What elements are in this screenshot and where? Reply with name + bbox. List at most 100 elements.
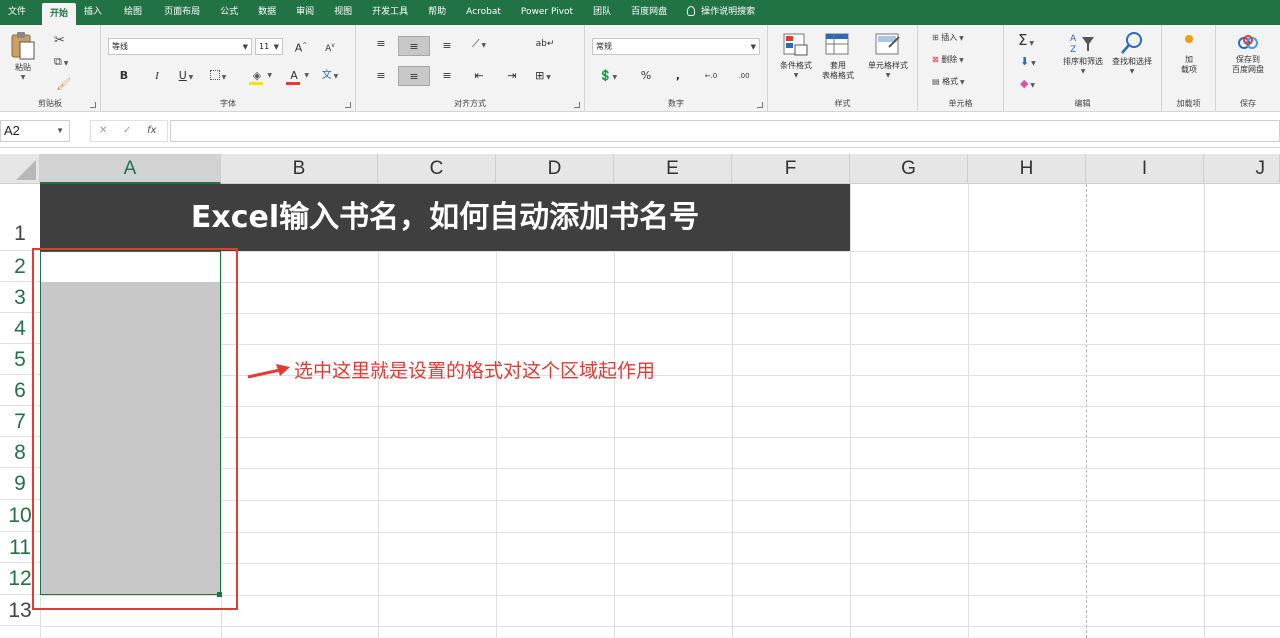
italic-button[interactable]: I	[146, 66, 168, 86]
tab-review[interactable]: 审阅	[284, 0, 322, 25]
format-cells-button[interactable]: ▤ 格式 ▼	[932, 77, 965, 88]
cloud-icon	[1238, 35, 1258, 49]
clear-icon[interactable]: ◆ ▼	[1020, 77, 1035, 90]
tab-power-pivot[interactable]: Power Pivot	[509, 0, 581, 25]
align-right-button[interactable]: ≡	[436, 66, 458, 86]
align-bottom-button[interactable]: ≡	[436, 36, 458, 56]
decrease-decimal-button[interactable]: .00	[733, 66, 755, 86]
orientation-button[interactable]: ⟋ ▼	[468, 34, 490, 54]
tab-tell-me[interactable]: 操作说明搜索	[675, 0, 763, 25]
tab-developer[interactable]: 开发工具	[360, 0, 416, 25]
tab-acrobat[interactable]: Acrobat	[454, 0, 509, 25]
cell-styles-icon	[875, 33, 900, 55]
align-left-button[interactable]: ≡	[370, 66, 392, 86]
select-all-button[interactable]	[0, 154, 40, 184]
paste-button[interactable]: 粘贴 ▼	[6, 31, 40, 91]
enter-icon[interactable]: ✓	[123, 121, 131, 141]
tab-data[interactable]: 数据	[246, 0, 284, 25]
fill-bucket-icon: ◈	[252, 69, 262, 82]
tab-team[interactable]: 团队	[581, 0, 619, 25]
tab-insert[interactable]: 插入	[76, 0, 110, 25]
paste-dropdown-icon: ▼	[20, 74, 26, 81]
name-box[interactable]: A2 ▼	[0, 120, 70, 142]
wrap-text-button[interactable]: ab↵	[534, 34, 556, 54]
sheet-title-cell[interactable]: Excel输入书名，如何自动添加书名号	[40, 184, 850, 251]
cell-styles-button[interactable]: 单元格样式 ▼	[862, 33, 914, 81]
decrease-indent-button[interactable]: ⇤	[468, 66, 490, 86]
number-launcher-icon[interactable]	[757, 102, 763, 108]
name-box-value: A2	[4, 123, 20, 138]
insert-cells-button[interactable]: ⊞ 插入 ▼	[932, 33, 964, 44]
font-size-value: 11	[259, 42, 270, 51]
fill-icon[interactable]: ⬇ ▼	[1020, 55, 1036, 68]
bold-button[interactable]: B	[113, 66, 135, 86]
accounting-format-button[interactable]: 💲▼	[597, 66, 619, 86]
clipboard-launcher-icon[interactable]	[90, 102, 96, 108]
borders-button[interactable]: ▼	[207, 66, 229, 86]
sort-filter-button[interactable]: A Z 排序和筛选 ▼	[1060, 31, 1106, 77]
increase-indent-button[interactable]: ⇥	[501, 66, 523, 86]
tab-baidu-netdisk[interactable]: 百度网盘	[619, 0, 675, 25]
conditional-formatting-button[interactable]: 条件格式 ▼	[774, 33, 818, 81]
format-painter-icon[interactable]: 🖌	[56, 77, 71, 91]
font-size-select[interactable]: 11 ▼	[255, 38, 283, 55]
styles-group-label: 样式	[834, 99, 851, 108]
column-header-e[interactable]: E	[614, 154, 732, 184]
formula-input[interactable]	[170, 120, 1280, 142]
chevron-down-icon: ▼	[793, 72, 799, 79]
align-top-button[interactable]: ≡	[370, 34, 392, 54]
alignment-launcher-icon[interactable]	[574, 102, 580, 108]
copy-icon[interactable]: ⧉ ▼	[54, 55, 68, 69]
tab-file[interactable]: 文件	[0, 0, 34, 25]
addins-button[interactable]: 加 载项	[1166, 35, 1212, 75]
decrease-font-button[interactable]: Av	[319, 36, 341, 56]
column-header-g[interactable]: G	[850, 154, 968, 184]
conditional-formatting-label: 条件格式	[780, 61, 812, 70]
tab-view[interactable]: 视图	[322, 0, 360, 25]
merge-center-button[interactable]: ⊞ ▼	[532, 66, 554, 86]
align-middle-button[interactable]: ≡	[398, 36, 430, 56]
tab-page-layout[interactable]: 页面布局	[150, 0, 208, 25]
save-to-baidu-label-2: 百度网盘	[1232, 65, 1264, 74]
group-alignment: ≡ ≡ ≡ ⟋ ▼ ab↵ ≡ ≡ ≡ ⇤ ⇥ ⊞ ▼ 对齐方式	[356, 25, 585, 112]
increase-font-button[interactable]: A^	[290, 36, 312, 56]
percent-button[interactable]: %	[635, 66, 657, 86]
insert-function-icon[interactable]: fx	[147, 121, 156, 141]
column-header-h[interactable]: H	[968, 154, 1086, 184]
cut-icon[interactable]: ✂	[54, 33, 65, 48]
group-cells: ⊞ 插入 ▼ ⊠ 删除 ▼ ▤ 格式 ▼ 单元格	[918, 25, 1004, 112]
tab-formulas[interactable]: 公式	[208, 0, 246, 25]
find-select-button[interactable]: 查找和选择 ▼	[1108, 31, 1156, 77]
cancel-icon[interactable]: ✕	[99, 121, 107, 141]
save-group-label: 保存	[1240, 99, 1256, 108]
annotation-arrow-icon	[247, 364, 290, 379]
font-launcher-icon[interactable]	[345, 102, 351, 108]
tab-help[interactable]: 帮助	[416, 0, 454, 25]
column-header-d[interactable]: D	[496, 154, 614, 184]
comma-button[interactable]: ,	[667, 66, 689, 86]
number-format-select[interactable]: 常规 ▼	[592, 38, 760, 55]
font-family-select[interactable]: 等线 ▼	[108, 38, 252, 55]
column-header-b[interactable]: B	[221, 154, 378, 184]
autosum-icon[interactable]: Σ ▼	[1018, 31, 1034, 49]
delete-cells-button[interactable]: ⊠ 删除 ▼	[932, 55, 964, 66]
format-as-table-button[interactable]: 套用 表格格式	[816, 33, 860, 81]
column-header-i[interactable]: I	[1086, 154, 1204, 184]
column-header-a[interactable]: A	[40, 154, 221, 184]
save-to-baidu-button[interactable]: 保存到 百度网盘	[1220, 35, 1276, 75]
column-header-c[interactable]: C	[378, 154, 496, 184]
fill-color-button[interactable]: ◈ ▼	[246, 66, 272, 86]
group-font: 等线 ▼ 11 ▼ A^ Av B I U ▼ ▼ ◈ ▼ A ▼ 文 ▼ 字体	[101, 25, 356, 112]
align-center-button[interactable]: ≡	[398, 66, 430, 86]
column-header-j[interactable]: J	[1204, 154, 1280, 184]
row-header-1[interactable]: 1	[0, 184, 40, 251]
phonetic-button[interactable]: 文 ▼	[319, 66, 341, 86]
column-header-f[interactable]: F	[732, 154, 850, 184]
increase-decimal-button[interactable]: ←.0	[700, 66, 722, 86]
tab-draw[interactable]: 绘图	[110, 0, 150, 25]
underline-button[interactable]: U ▼	[175, 66, 197, 86]
addins-label-2: 载项	[1181, 65, 1197, 74]
tab-home[interactable]: 开始	[42, 3, 77, 25]
font-color-button[interactable]: A ▼	[283, 66, 309, 86]
sort-filter-icon: A Z	[1070, 34, 1094, 55]
